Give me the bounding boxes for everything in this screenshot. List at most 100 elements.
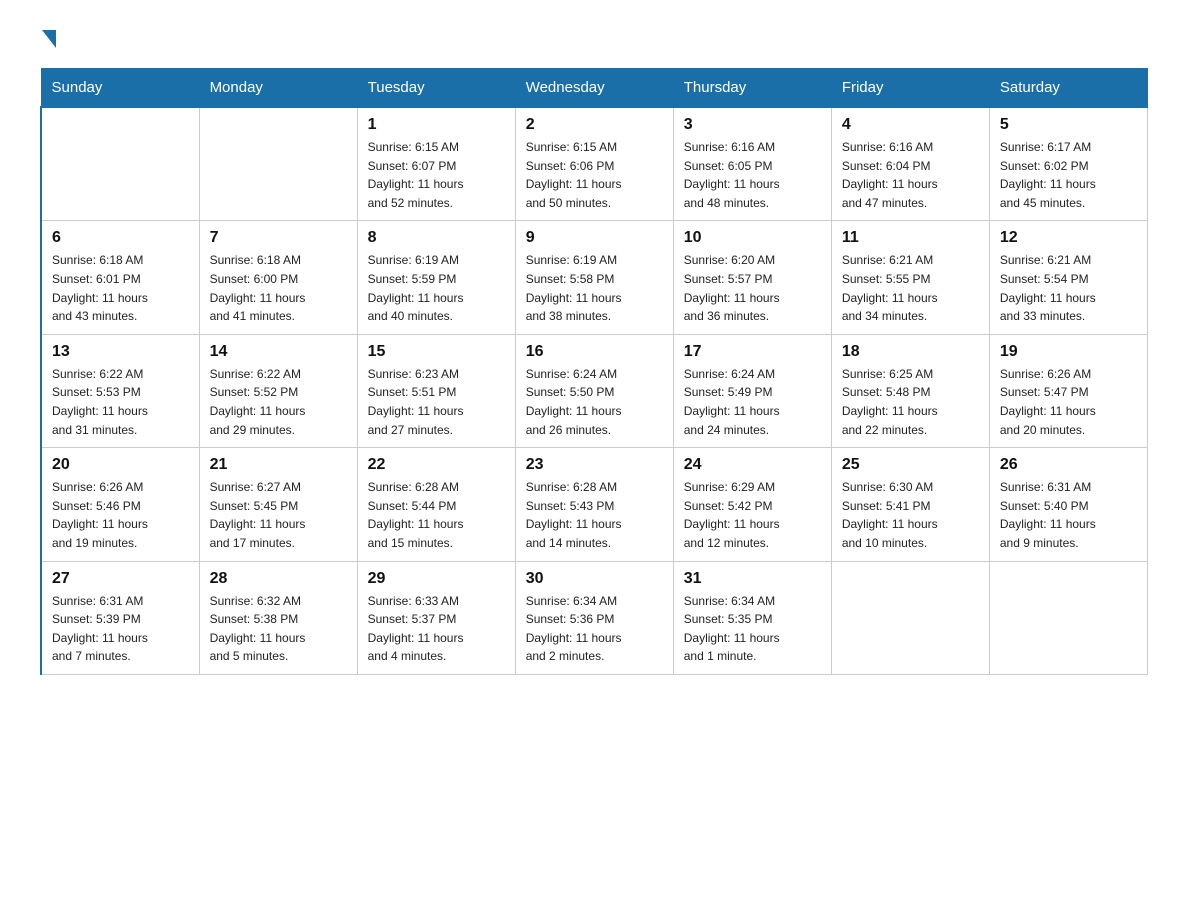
calendar-cell: 22Sunrise: 6:28 AM Sunset: 5:44 PM Dayli…: [357, 448, 515, 561]
calendar-cell: 17 Sunrise: 6:24 AM Sunset: 5:49 PM Dayli…: [673, 334, 831, 447]
calendar-cell: 20Sunrise: 6:26 AM Sunset: 5:46 PM Dayli…: [41, 448, 199, 561]
day-number: 8: [368, 229, 505, 247]
day-number: 6: [52, 229, 189, 247]
day-info: Sunrise: 6:15 AM Sunset: 6:07 PM Dayligh…: [368, 138, 505, 212]
calendar-cell: 11 Sunrise: 6:21 AM Sunset: 5:55 PM Dayli…: [831, 221, 989, 334]
day-number: 2: [526, 116, 663, 134]
calendar-cell: 15 Sunrise: 6:23 AM Sunset: 5:51 PM Dayli…: [357, 334, 515, 447]
day-info: Sunrise: 6:31 AM Sunset: 5:40 PM Dayligh…: [1000, 478, 1137, 552]
day-info: Sunrise: 6:25 AM Sunset: 5:48 PM Dayligh…: [842, 365, 979, 439]
day-number: 11: [842, 229, 979, 247]
day-number: 21: [210, 456, 347, 474]
calendar-cell: 14 Sunrise: 6:22 AM Sunset: 5:52 PM Dayli…: [199, 334, 357, 447]
day-number: 27: [52, 570, 189, 588]
day-number: 16: [526, 343, 663, 361]
day-info: Sunrise: 6:24 AM Sunset: 5:50 PM Dayligh…: [526, 365, 663, 439]
day-info: Sunrise: 6:16 AM Sunset: 6:04 PM Dayligh…: [842, 138, 979, 212]
calendar-cell: [989, 561, 1147, 674]
day-number: 14: [210, 343, 347, 361]
calendar-week-3: 13 Sunrise: 6:22 AM Sunset: 5:53 PM Dayli…: [41, 334, 1148, 447]
calendar-cell: 31 Sunrise: 6:34 AM Sunset: 5:35 PM Dayli…: [673, 561, 831, 674]
calendar-cell: 30 Sunrise: 6:34 AM Sunset: 5:36 PM Dayli…: [515, 561, 673, 674]
calendar-cell: 7Sunrise: 6:18 AM Sunset: 6:00 PM Daylig…: [199, 221, 357, 334]
calendar-cell: 8 Sunrise: 6:19 AM Sunset: 5:59 PM Daylig…: [357, 221, 515, 334]
day-number: 30: [526, 570, 663, 588]
day-info: Sunrise: 6:26 AM Sunset: 5:47 PM Dayligh…: [1000, 365, 1137, 439]
calendar-cell: 29 Sunrise: 6:33 AM Sunset: 5:37 PM Dayli…: [357, 561, 515, 674]
day-number: 15: [368, 343, 505, 361]
logo: [40, 30, 58, 48]
day-number: 9: [526, 229, 663, 247]
calendar-cell: 18 Sunrise: 6:25 AM Sunset: 5:48 PM Dayli…: [831, 334, 989, 447]
weekday-header-saturday: Saturday: [989, 69, 1147, 108]
day-info: Sunrise: 6:18 AM Sunset: 6:01 PM Dayligh…: [52, 251, 189, 325]
calendar-cell: 26 Sunrise: 6:31 AM Sunset: 5:40 PM Dayli…: [989, 448, 1147, 561]
page-header: [40, 30, 1148, 48]
calendar-week-4: 20Sunrise: 6:26 AM Sunset: 5:46 PM Dayli…: [41, 448, 1148, 561]
calendar-week-1: 1 Sunrise: 6:15 AM Sunset: 6:07 PM Daylig…: [41, 107, 1148, 221]
day-info: Sunrise: 6:27 AM Sunset: 5:45 PM Dayligh…: [210, 478, 347, 552]
calendar-cell: 4 Sunrise: 6:16 AM Sunset: 6:04 PM Daylig…: [831, 107, 989, 221]
calendar-cell: 10 Sunrise: 6:20 AM Sunset: 5:57 PM Dayli…: [673, 221, 831, 334]
day-number: 31: [684, 570, 821, 588]
day-info: Sunrise: 6:34 AM Sunset: 5:36 PM Dayligh…: [526, 592, 663, 666]
day-info: Sunrise: 6:19 AM Sunset: 5:59 PM Dayligh…: [368, 251, 505, 325]
calendar-cell: [831, 561, 989, 674]
day-info: Sunrise: 6:21 AM Sunset: 5:55 PM Dayligh…: [842, 251, 979, 325]
calendar-cell: 16 Sunrise: 6:24 AM Sunset: 5:50 PM Dayli…: [515, 334, 673, 447]
day-number: 19: [1000, 343, 1137, 361]
day-number: 17: [684, 343, 821, 361]
day-info: Sunrise: 6:19 AM Sunset: 5:58 PM Dayligh…: [526, 251, 663, 325]
day-info: Sunrise: 6:31 AM Sunset: 5:39 PM Dayligh…: [52, 592, 189, 666]
calendar-cell: 3 Sunrise: 6:16 AM Sunset: 6:05 PM Daylig…: [673, 107, 831, 221]
day-info: Sunrise: 6:33 AM Sunset: 5:37 PM Dayligh…: [368, 592, 505, 666]
day-number: 26: [1000, 456, 1137, 474]
day-number: 24: [684, 456, 821, 474]
day-number: 5: [1000, 116, 1137, 134]
day-info: Sunrise: 6:17 AM Sunset: 6:02 PM Dayligh…: [1000, 138, 1137, 212]
calendar-cell: 2Sunrise: 6:15 AM Sunset: 6:06 PM Daylig…: [515, 107, 673, 221]
day-number: 3: [684, 116, 821, 134]
calendar-cell: 13 Sunrise: 6:22 AM Sunset: 5:53 PM Dayli…: [41, 334, 199, 447]
day-info: Sunrise: 6:28 AM Sunset: 5:44 PM Dayligh…: [368, 478, 505, 552]
day-info: Sunrise: 6:24 AM Sunset: 5:49 PM Dayligh…: [684, 365, 821, 439]
calendar-table: SundayMondayTuesdayWednesdayThursdayFrid…: [40, 68, 1148, 675]
logo-arrow-icon: [42, 30, 56, 48]
day-info: Sunrise: 6:30 AM Sunset: 5:41 PM Dayligh…: [842, 478, 979, 552]
calendar-week-5: 27 Sunrise: 6:31 AM Sunset: 5:39 PM Dayli…: [41, 561, 1148, 674]
calendar-cell: 1 Sunrise: 6:15 AM Sunset: 6:07 PM Daylig…: [357, 107, 515, 221]
calendar-cell: [199, 107, 357, 221]
weekday-header-friday: Friday: [831, 69, 989, 108]
day-number: 25: [842, 456, 979, 474]
day-info: Sunrise: 6:23 AM Sunset: 5:51 PM Dayligh…: [368, 365, 505, 439]
calendar-cell: 23 Sunrise: 6:28 AM Sunset: 5:43 PM Dayli…: [515, 448, 673, 561]
day-info: Sunrise: 6:20 AM Sunset: 5:57 PM Dayligh…: [684, 251, 821, 325]
weekday-header-monday: Monday: [199, 69, 357, 108]
calendar-cell: 9 Sunrise: 6:19 AM Sunset: 5:58 PM Daylig…: [515, 221, 673, 334]
calendar-cell: 28Sunrise: 6:32 AM Sunset: 5:38 PM Dayli…: [199, 561, 357, 674]
day-info: Sunrise: 6:16 AM Sunset: 6:05 PM Dayligh…: [684, 138, 821, 212]
day-info: Sunrise: 6:21 AM Sunset: 5:54 PM Dayligh…: [1000, 251, 1137, 325]
day-number: 12: [1000, 229, 1137, 247]
day-number: 20: [52, 456, 189, 474]
day-number: 4: [842, 116, 979, 134]
day-number: 29: [368, 570, 505, 588]
weekday-header-sunday: Sunday: [41, 69, 199, 108]
day-number: 23: [526, 456, 663, 474]
day-number: 18: [842, 343, 979, 361]
day-number: 1: [368, 116, 505, 134]
day-info: Sunrise: 6:32 AM Sunset: 5:38 PM Dayligh…: [210, 592, 347, 666]
calendar-week-2: 6 Sunrise: 6:18 AM Sunset: 6:01 PM Daylig…: [41, 221, 1148, 334]
day-info: Sunrise: 6:22 AM Sunset: 5:53 PM Dayligh…: [52, 365, 189, 439]
calendar-cell: 25 Sunrise: 6:30 AM Sunset: 5:41 PM Dayli…: [831, 448, 989, 561]
calendar-cell: 24Sunrise: 6:29 AM Sunset: 5:42 PM Dayli…: [673, 448, 831, 561]
day-info: Sunrise: 6:28 AM Sunset: 5:43 PM Dayligh…: [526, 478, 663, 552]
day-info: Sunrise: 6:22 AM Sunset: 5:52 PM Dayligh…: [210, 365, 347, 439]
calendar-cell: 12 Sunrise: 6:21 AM Sunset: 5:54 PM Dayli…: [989, 221, 1147, 334]
day-number: 13: [52, 343, 189, 361]
day-info: Sunrise: 6:34 AM Sunset: 5:35 PM Dayligh…: [684, 592, 821, 666]
day-info: Sunrise: 6:18 AM Sunset: 6:00 PM Dayligh…: [210, 251, 347, 325]
day-number: 10: [684, 229, 821, 247]
calendar-header-row: SundayMondayTuesdayWednesdayThursdayFrid…: [41, 69, 1148, 108]
calendar-cell: 6 Sunrise: 6:18 AM Sunset: 6:01 PM Daylig…: [41, 221, 199, 334]
